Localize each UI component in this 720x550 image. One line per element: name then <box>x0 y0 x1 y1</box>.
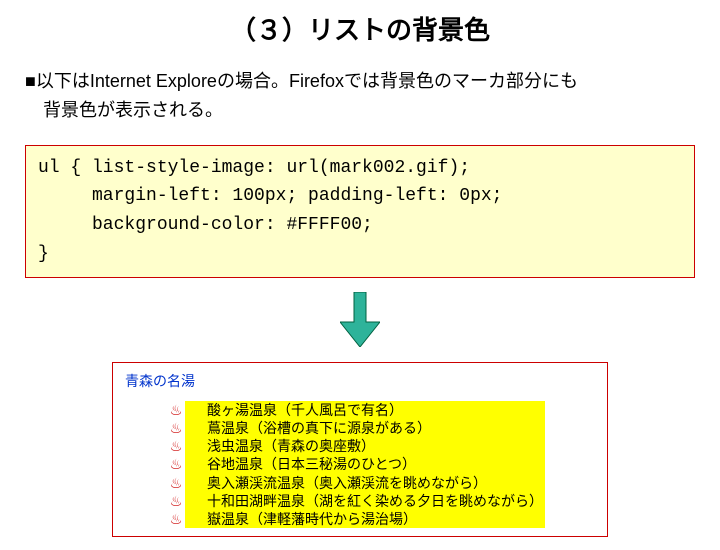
down-arrow-icon <box>0 292 720 352</box>
list-item-label: 十和田湖畔温泉（湖を紅く染める夕日を眺めながら） <box>207 493 543 509</box>
list-item-label: 谷地温泉（日本三秘湯のひとつ） <box>207 456 416 472</box>
desc-line2: 背景色が表示される。 <box>25 100 223 120</box>
hot-spring-icon: ♨ <box>167 492 185 510</box>
hot-spring-icon: ♨ <box>167 455 185 473</box>
list-item: ♨谷地温泉（日本三秘湯のひとつ） <box>185 455 545 473</box>
description: ■以下はInternet Exploreの場合。Firefoxでは背景色のマーカ… <box>25 67 695 125</box>
page-title: （３）リストの背景色 <box>0 10 720 47</box>
code-line-2: margin-left: 100px; padding-left: 0px; <box>38 186 502 206</box>
code-line-4: } <box>38 244 49 264</box>
list-item-label: 奥入瀬渓流温泉（奥入瀬渓流を眺めながら） <box>207 475 487 491</box>
list-item: ♨蔦温泉（浴槽の真下に源泉がある） <box>185 419 545 437</box>
hot-spring-icon: ♨ <box>167 419 185 437</box>
list-item: ♨酸ヶ湯温泉（千人風呂で有名） <box>185 401 545 419</box>
list-item: ♨奥入瀬渓流温泉（奥入瀬渓流を眺めながら） <box>185 474 545 492</box>
code-block: ul { list-style-image: url(mark002.gif);… <box>25 145 695 278</box>
hot-spring-icon: ♨ <box>167 437 185 455</box>
example-heading: 青森の名湯 <box>125 371 595 391</box>
hot-spring-icon: ♨ <box>167 510 185 528</box>
list-item-label: 酸ヶ湯温泉（千人風呂で有名） <box>207 402 403 418</box>
hot-spring-icon: ♨ <box>167 401 185 419</box>
hot-spring-icon: ♨ <box>167 474 185 492</box>
example-box: 青森の名湯 ♨酸ヶ湯温泉（千人風呂で有名）♨蔦温泉（浴槽の真下に源泉がある）♨浅… <box>112 362 608 537</box>
onsen-list: ♨酸ヶ湯温泉（千人風呂で有名）♨蔦温泉（浴槽の真下に源泉がある）♨浅虫温泉（青森… <box>185 401 545 528</box>
list-item: ♨嶽温泉（津軽藩時代から湯治場） <box>185 510 545 528</box>
list-item-label: 浅虫温泉（青森の奥座敷） <box>207 438 375 454</box>
list-item-label: 蔦温泉（浴槽の真下に源泉がある） <box>207 420 431 436</box>
code-line-3: background-color: #FFFF00; <box>38 215 373 235</box>
desc-line1: ■以下はInternet Exploreの場合。Firefoxでは背景色のマーカ… <box>25 71 578 91</box>
list-item: ♨浅虫温泉（青森の奥座敷） <box>185 437 545 455</box>
list-item-label: 嶽温泉（津軽藩時代から湯治場） <box>207 511 417 527</box>
code-line-1: ul { list-style-image: url(mark002.gif); <box>38 158 470 178</box>
list-item: ♨十和田湖畔温泉（湖を紅く染める夕日を眺めながら） <box>185 492 545 510</box>
